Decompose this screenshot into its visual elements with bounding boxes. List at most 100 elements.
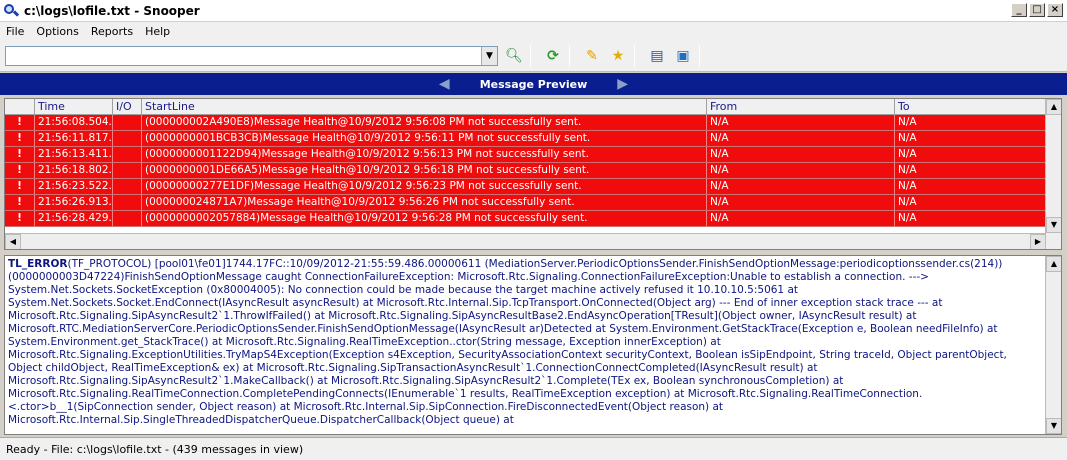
row-io xyxy=(113,179,142,194)
message-detail-pane[interactable]: TL_ERROR(TF_PROTOCOL) [pool01\fe01]1744.… xyxy=(4,255,1062,435)
row-to: N/A xyxy=(898,196,917,208)
column-header-from[interactable]: From xyxy=(707,99,895,114)
row-time: 21:56:13.411. xyxy=(35,147,113,162)
menu-reports[interactable]: Reports xyxy=(85,25,139,38)
search-combo[interactable]: ▼ xyxy=(5,45,498,66)
toolbar: ▼ 🔍︎ ⟳ ✎ ★ ▤ ▣ xyxy=(0,40,1067,72)
error-flag-icon: ! xyxy=(5,131,35,146)
preview-title: Message Preview xyxy=(479,77,588,91)
edit-icon[interactable]: ✎ xyxy=(582,46,602,66)
column-header-time[interactable]: Time xyxy=(35,99,113,114)
arrow-left-icon[interactable]: ◀ xyxy=(439,76,450,92)
scroll-right-icon[interactable]: ▶ xyxy=(1030,234,1046,249)
menu-bar: File Options Reports Help xyxy=(0,22,1067,40)
message-grid[interactable]: Time I/O StartLine From To ! 21:56:08.50… xyxy=(4,98,1062,250)
error-flag-icon: ! xyxy=(5,147,35,162)
error-flag-icon: ! xyxy=(5,179,35,194)
view-icon[interactable]: ▤ xyxy=(647,46,667,66)
status-text: Ready - File: c:\logs\lofile.txt - (439 … xyxy=(6,442,304,456)
row-to: N/A xyxy=(898,148,917,160)
window-title: c:\logs\lofile.txt - Snooper xyxy=(24,3,200,18)
grid-rows: ! 21:56:08.504. (000000002A490E8)Message… xyxy=(5,115,1061,227)
log-body: (0000000003D47224)FinishSendOptionMessag… xyxy=(8,271,1007,426)
refresh-icon[interactable]: ⟳ xyxy=(543,46,563,66)
toolbar-separator xyxy=(569,44,570,67)
scroll-left-icon[interactable]: ◀ xyxy=(5,234,21,249)
window-controls: _ □ × xyxy=(1011,3,1063,17)
title-bar: c:\logs\lofile.txt - Snooper _ □ × xyxy=(0,0,1067,22)
minimize-button[interactable]: _ xyxy=(1011,3,1027,17)
row-time: 21:56:23.522. xyxy=(35,179,113,194)
scroll-up-icon[interactable]: ▲ xyxy=(1046,256,1061,272)
toolbar-separator xyxy=(634,44,635,67)
snooper-app-icon xyxy=(3,3,20,19)
scroll-down-icon[interactable]: ▼ xyxy=(1046,217,1061,233)
row-io xyxy=(113,195,142,210)
row-to: N/A xyxy=(898,116,917,128)
maximize-button[interactable]: □ xyxy=(1029,3,1045,17)
row-from: N/A xyxy=(707,163,895,178)
menu-options[interactable]: Options xyxy=(30,25,84,38)
row-time: 21:56:28.429. xyxy=(35,211,113,226)
row-startline: (0000000001BCB3CB)Message Health@10/9/20… xyxy=(142,131,707,146)
row-time: 21:56:11.817. xyxy=(35,131,113,146)
row-from: N/A xyxy=(707,211,895,226)
table-row[interactable]: ! 21:56:28.429. (0000000002057884)Messag… xyxy=(5,211,1061,227)
row-from: N/A xyxy=(707,179,895,194)
grid-horizontal-scrollbar[interactable]: ◀ ▶ xyxy=(5,233,1046,249)
row-to: N/A xyxy=(898,180,917,192)
close-button[interactable]: × xyxy=(1047,3,1063,17)
error-flag-icon: ! xyxy=(5,163,35,178)
row-time: 21:56:08.504. xyxy=(35,115,113,130)
row-startline: (0000000002057884)Message Health@10/9/20… xyxy=(142,211,707,226)
row-from: N/A xyxy=(707,147,895,162)
menu-file[interactable]: File xyxy=(0,25,30,38)
row-startline: (0000000001122D94)Message Health@10/9/20… xyxy=(142,147,707,162)
scroll-up-icon[interactable]: ▲ xyxy=(1046,99,1061,115)
chevron-down-icon[interactable]: ▼ xyxy=(481,46,497,65)
table-row[interactable]: ! 21:56:13.411. (0000000001122D94)Messag… xyxy=(5,147,1061,163)
detail-text: TL_ERROR(TF_PROTOCOL) [pool01\fe01]1744.… xyxy=(5,256,1061,427)
row-from: N/A xyxy=(707,131,895,146)
log-level: TL_ERROR xyxy=(8,258,68,270)
error-flag-icon: ! xyxy=(5,195,35,210)
error-flag-icon: ! xyxy=(5,211,35,226)
toolbar-separator xyxy=(699,44,700,67)
row-to: N/A xyxy=(898,164,917,176)
row-to: N/A xyxy=(898,132,917,144)
row-io xyxy=(113,131,142,146)
column-header-flag[interactable] xyxy=(5,99,35,114)
search-icon[interactable]: 🔍︎ xyxy=(504,46,524,66)
table-row[interactable]: ! 21:56:11.817. (0000000001BCB3CB)Messag… xyxy=(5,131,1061,147)
column-header-io[interactable]: I/O xyxy=(113,99,142,114)
row-startline: (000000024871A7)Message Health@10/9/2012… xyxy=(142,195,707,210)
error-flag-icon: ! xyxy=(5,115,35,130)
row-io xyxy=(113,147,142,162)
table-row[interactable]: ! 21:56:18.802. (0000000001DE66A5)Messag… xyxy=(5,163,1061,179)
bookmark-icon[interactable]: ★ xyxy=(608,46,628,66)
menu-help[interactable]: Help xyxy=(139,25,176,38)
table-row[interactable]: ! 21:56:08.504. (000000002A490E8)Message… xyxy=(5,115,1061,131)
detail-vertical-scrollbar[interactable]: ▲ ▼ xyxy=(1045,256,1061,434)
export-icon[interactable]: ▣ xyxy=(673,46,693,66)
log-header: (TF_PROTOCOL) [pool01\fe01]1744.17FC::10… xyxy=(67,258,1003,270)
message-preview-bar: ◀ Message Preview ▶ xyxy=(0,73,1067,95)
toolbar-separator xyxy=(530,44,531,67)
row-io xyxy=(113,163,142,178)
grid-vertical-scrollbar[interactable]: ▲ ▼ xyxy=(1045,99,1061,249)
row-startline: (0000000001DE66A5)Message Health@10/9/20… xyxy=(142,163,707,178)
column-header-startline[interactable]: StartLine xyxy=(142,99,707,114)
row-from: N/A xyxy=(707,115,895,130)
row-time: 21:56:26.913. xyxy=(35,195,113,210)
row-io xyxy=(113,115,142,130)
row-io xyxy=(113,211,142,226)
scroll-down-icon[interactable]: ▼ xyxy=(1046,418,1061,434)
row-to: N/A xyxy=(898,212,917,224)
column-header-to[interactable]: To xyxy=(895,99,1047,114)
row-startline: (00000000277E1DF)Message Health@10/9/201… xyxy=(142,179,707,194)
table-row[interactable]: ! 21:56:26.913. (000000024871A7)Message … xyxy=(5,195,1061,211)
row-time: 21:56:18.802. xyxy=(35,163,113,178)
arrow-right-icon[interactable]: ▶ xyxy=(617,76,628,92)
grid-header: Time I/O StartLine From To xyxy=(5,99,1061,115)
table-row[interactable]: ! 21:56:23.522. (00000000277E1DF)Message… xyxy=(5,179,1061,195)
